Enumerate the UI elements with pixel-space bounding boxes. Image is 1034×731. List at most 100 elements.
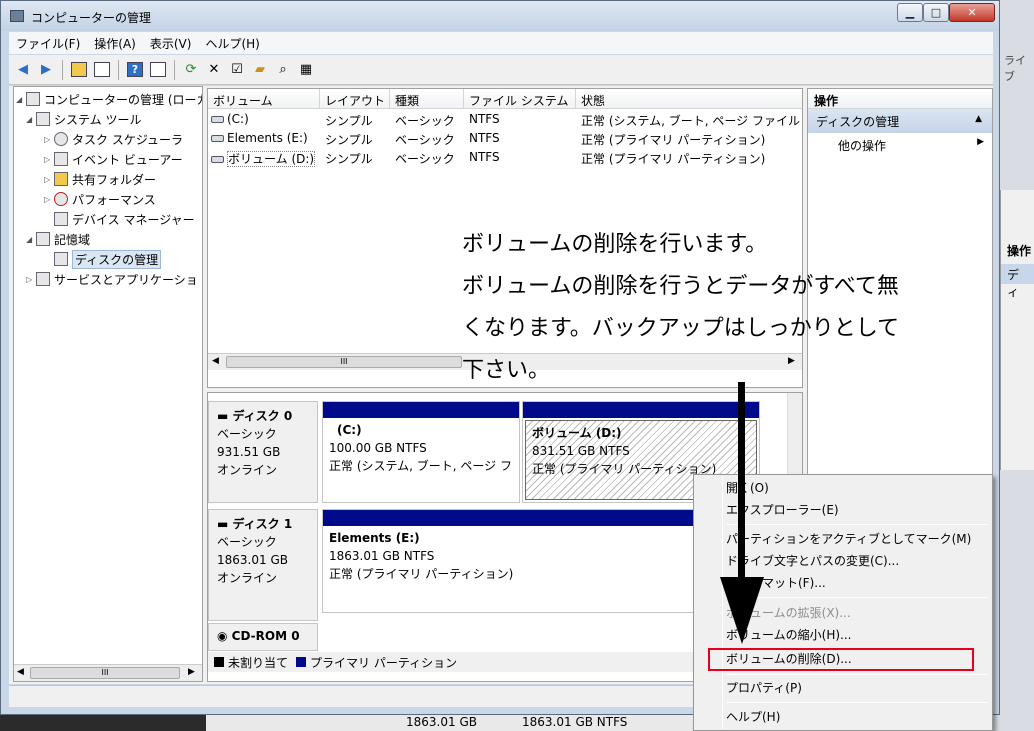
arrow-head: [720, 577, 764, 644]
actions-disk-management[interactable]: ディスクの管理 ▲: [808, 109, 992, 133]
disk-0-name: ディスク 0: [232, 409, 293, 423]
drive-icon: [211, 156, 224, 163]
tree-disk-management[interactable]: ディスクの管理: [54, 249, 162, 269]
properties-icon[interactable]: ☑: [227, 60, 247, 80]
tree-expand-icon[interactable]: ▷: [44, 175, 54, 184]
disk-1-kind: ベーシック: [217, 535, 277, 549]
tree-system-tools[interactable]: ◢ システム ツール: [26, 109, 141, 129]
menu-bar: ファイル(F) 操作(A) 表示(V) ヘルプ(H): [9, 32, 993, 54]
toolbar-separator: [174, 59, 175, 80]
tree-root[interactable]: ◢ コンピューターの管理 (ローカ: [16, 89, 203, 109]
tree-event-viewer-label: イベント ビューアー: [72, 152, 183, 167]
disk-management-icon: [54, 252, 68, 266]
tree-expand-icon[interactable]: ▷: [26, 275, 36, 284]
scroll-right-icon[interactable]: ▶: [188, 667, 195, 677]
tree-event-viewer[interactable]: ▷ イベント ビューアー: [44, 149, 183, 169]
tree-horizontal-scrollbar[interactable]: ◀ III ▶: [14, 664, 202, 681]
up-folder-icon[interactable]: [69, 60, 89, 80]
annotation-arrow-icon: [720, 382, 764, 644]
help-icon[interactable]: ?: [125, 60, 145, 80]
tree-expand-icon[interactable]: ▷: [44, 195, 54, 204]
title-bar[interactable]: コンピューターの管理 ▁ □ ✕: [1, 1, 999, 31]
properties-pane-icon[interactable]: [148, 60, 168, 80]
col-filesystem[interactable]: ファイル システム: [464, 89, 576, 109]
close-button[interactable]: ✕: [949, 3, 995, 22]
col-layout[interactable]: レイアウト: [320, 89, 390, 109]
tree-storage[interactable]: ◢ 記憶域: [26, 229, 90, 249]
volume-name: (C:): [227, 112, 249, 126]
tree-task-scheduler[interactable]: ▷ タスク スケジューラ: [44, 129, 183, 149]
show-hide-tree-icon[interactable]: [92, 60, 112, 80]
disk-0-size: 931.51 GB: [217, 445, 281, 459]
annotation-line: くなります。バックアップはしっかりとして: [462, 316, 900, 341]
menu-item-help[interactable]: ヘルプ(H): [726, 707, 780, 727]
menu-view[interactable]: 表示(V): [143, 35, 199, 52]
console-tree: ◢ コンピューターの管理 (ローカ ◢ システム ツール ▷ タスク スケジュー…: [13, 86, 203, 682]
volume-layout: シンプル: [325, 152, 373, 166]
tree-expand-icon[interactable]: ▷: [44, 155, 54, 164]
delete-icon[interactable]: ✕: [204, 60, 224, 80]
volume-list-scroll-thumb[interactable]: III: [226, 356, 462, 368]
menu-item-properties[interactable]: プロパティ(P): [726, 678, 802, 698]
cdrom-name: CD-ROM 0: [231, 629, 300, 643]
tree-scroll-thumb[interactable]: III: [30, 667, 180, 679]
submenu-arrow-icon: ▶: [977, 137, 984, 147]
open-icon[interactable]: ▰: [250, 60, 270, 80]
back-arrow-icon[interactable]: ◀: [13, 60, 33, 80]
annotation-line: ボリュームの削除を行います。: [462, 232, 768, 257]
partition-c[interactable]: (C:) 100.00 GB NTFS 正常 (システム, ブート, ページ フ: [322, 401, 520, 503]
maximize-button[interactable]: □: [923, 3, 949, 22]
volume-status: 正常 (プライマリ パーティション): [581, 152, 766, 166]
export-icon[interactable]: ▦: [296, 60, 316, 80]
toolbar-separator: [118, 59, 119, 80]
tree-collapse-icon[interactable]: ◢: [16, 95, 26, 104]
tree-task-scheduler-label: タスク スケジューラ: [72, 132, 183, 147]
disk-1-label[interactable]: ▬ ディスク 1 ベーシック 1863.01 GB オンライン: [208, 509, 318, 621]
tree-disk-management-label: ディスクの管理: [72, 249, 162, 269]
cdrom-label[interactable]: ◉ CD-ROM 0: [208, 623, 318, 651]
actions-other-operations[interactable]: 他の操作 ▶: [808, 133, 992, 155]
tree-services-apps[interactable]: ▷ サービスとアプリケーショ: [26, 269, 198, 289]
computer-management-icon: [10, 10, 24, 22]
scroll-left-icon[interactable]: ◀: [212, 356, 219, 366]
menu-action[interactable]: 操作(A): [87, 35, 143, 52]
toolbar-separator: [62, 59, 63, 80]
legend-primary: プライマリ パーティション: [310, 655, 458, 670]
tree-shared-folders[interactable]: ▷ 共有フォルダー: [44, 169, 156, 189]
volume-layout: シンプル: [325, 114, 373, 128]
annotation-text: ボリュームの削除を行います。 ボリュームの削除を行うとデータがすべて無 くなりま…: [462, 224, 982, 392]
background-text: ライブ: [1004, 54, 1026, 83]
col-volume[interactable]: ボリューム: [208, 89, 320, 109]
forward-arrow-icon[interactable]: ▶: [36, 60, 56, 80]
tree-device-manager[interactable]: デバイス マネージャー: [54, 209, 195, 229]
partition-name: Elements (E:): [329, 531, 420, 545]
arrow-shaft: [738, 382, 745, 582]
unallocated-swatch: [214, 657, 224, 667]
collapse-up-icon[interactable]: ▲: [975, 114, 982, 124]
menu-help[interactable]: ヘルプ(H): [198, 35, 266, 52]
partition-bar: [323, 402, 519, 418]
volume-row[interactable]: ボリューム (D:) シンプル ベーシック NTFS 正常 (プライマリ パーテ…: [208, 148, 802, 167]
search-icon[interactable]: ⌕: [273, 60, 293, 80]
volume-row[interactable]: Elements (E:) シンプル ベーシック NTFS 正常 (プライマリ …: [208, 129, 802, 148]
disk-0-label[interactable]: ▬ ディスク 0 ベーシック 931.51 GB オンライン: [208, 401, 318, 503]
partition-size: 1863.01 GB NTFS: [329, 549, 435, 563]
tree-root-label: コンピューターの管理 (ローカ: [44, 92, 203, 107]
background-actions-item: ディ: [1001, 264, 1034, 299]
tree-collapse-icon[interactable]: ◢: [26, 235, 36, 244]
volume-row[interactable]: (C:) シンプル ベーシック NTFS 正常 (システム, ブート, ページ …: [208, 110, 802, 129]
refresh-icon[interactable]: ⟳: [181, 60, 201, 80]
partition-size: 100.00 GB NTFS: [329, 441, 427, 455]
annotation-line: ボリュームの削除を行うとデータがすべて無: [462, 274, 899, 299]
col-type[interactable]: 種類: [390, 89, 464, 109]
col-status[interactable]: 状態: [576, 89, 802, 109]
tree-expand-icon[interactable]: ▷: [44, 135, 54, 144]
menu-separator: [726, 702, 988, 703]
disk-1-size: 1863.01 GB: [217, 553, 288, 567]
disk-0-kind: ベーシック: [217, 427, 277, 441]
scroll-left-icon[interactable]: ◀: [17, 667, 24, 677]
tree-performance[interactable]: ▷ パフォーマンス: [44, 189, 156, 209]
minimize-button[interactable]: ▁: [897, 3, 923, 22]
menu-file[interactable]: ファイル(F): [9, 35, 87, 52]
tree-collapse-icon[interactable]: ◢: [26, 115, 36, 124]
